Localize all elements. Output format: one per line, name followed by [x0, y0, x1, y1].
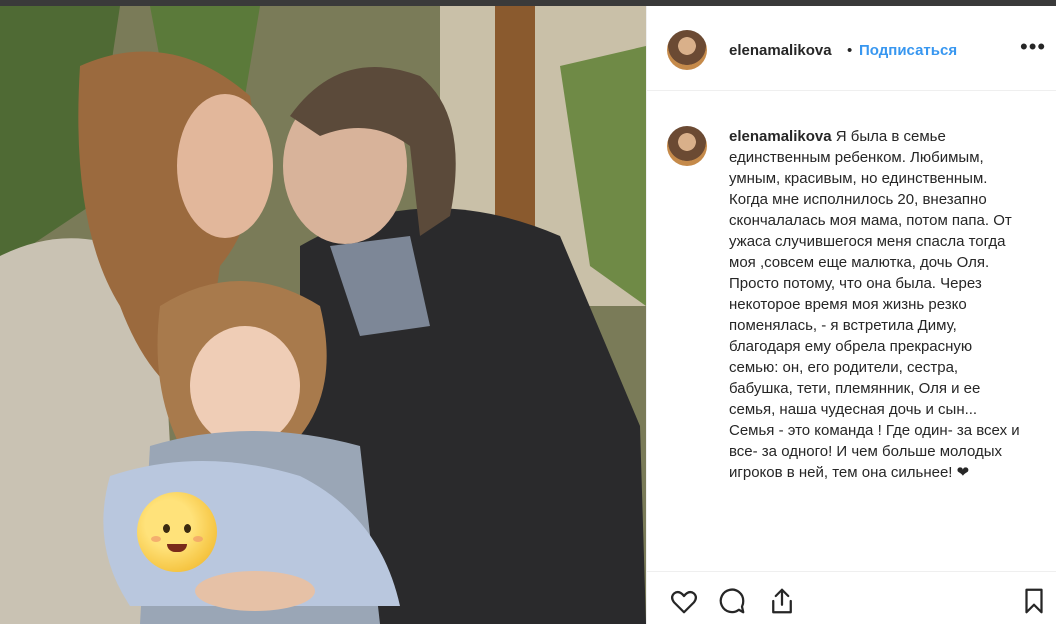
avatar[interactable]: [667, 30, 707, 70]
action-bar: [647, 571, 1056, 625]
caption-avatar[interactable]: [667, 126, 707, 166]
emoji-eye-right: [184, 524, 191, 533]
heart-icon[interactable]: [669, 586, 699, 616]
share-icon[interactable]: [767, 586, 797, 616]
post-header: elenamalikova • Подписаться •••: [647, 6, 1056, 91]
baby-emoji-icon: [137, 492, 217, 572]
photo-illustration: [0, 6, 646, 624]
emoji-cheek-right: [193, 536, 203, 542]
post-photo[interactable]: [0, 6, 646, 624]
emoji-eye-left: [163, 524, 170, 533]
post-side-panel: elenamalikova • Подписаться ••• elenamal…: [646, 6, 1056, 625]
caption-text: elenamalikova Я была в семье единственны…: [729, 126, 1024, 483]
emoji-mouth: [167, 544, 187, 552]
separator-dot: •: [847, 42, 853, 59]
comment-icon[interactable]: [717, 586, 747, 616]
more-options-icon[interactable]: •••: [1020, 34, 1046, 60]
bookmark-icon[interactable]: [1019, 586, 1049, 616]
follow-button[interactable]: Подписаться: [859, 42, 957, 59]
emoji-cheek-left: [151, 536, 161, 542]
caption-body: Я была в семье единственным ребенком. Лю…: [729, 128, 1020, 481]
caption-username-link[interactable]: elenamalikova: [729, 128, 832, 145]
username-link[interactable]: elenamalikova: [729, 42, 832, 59]
